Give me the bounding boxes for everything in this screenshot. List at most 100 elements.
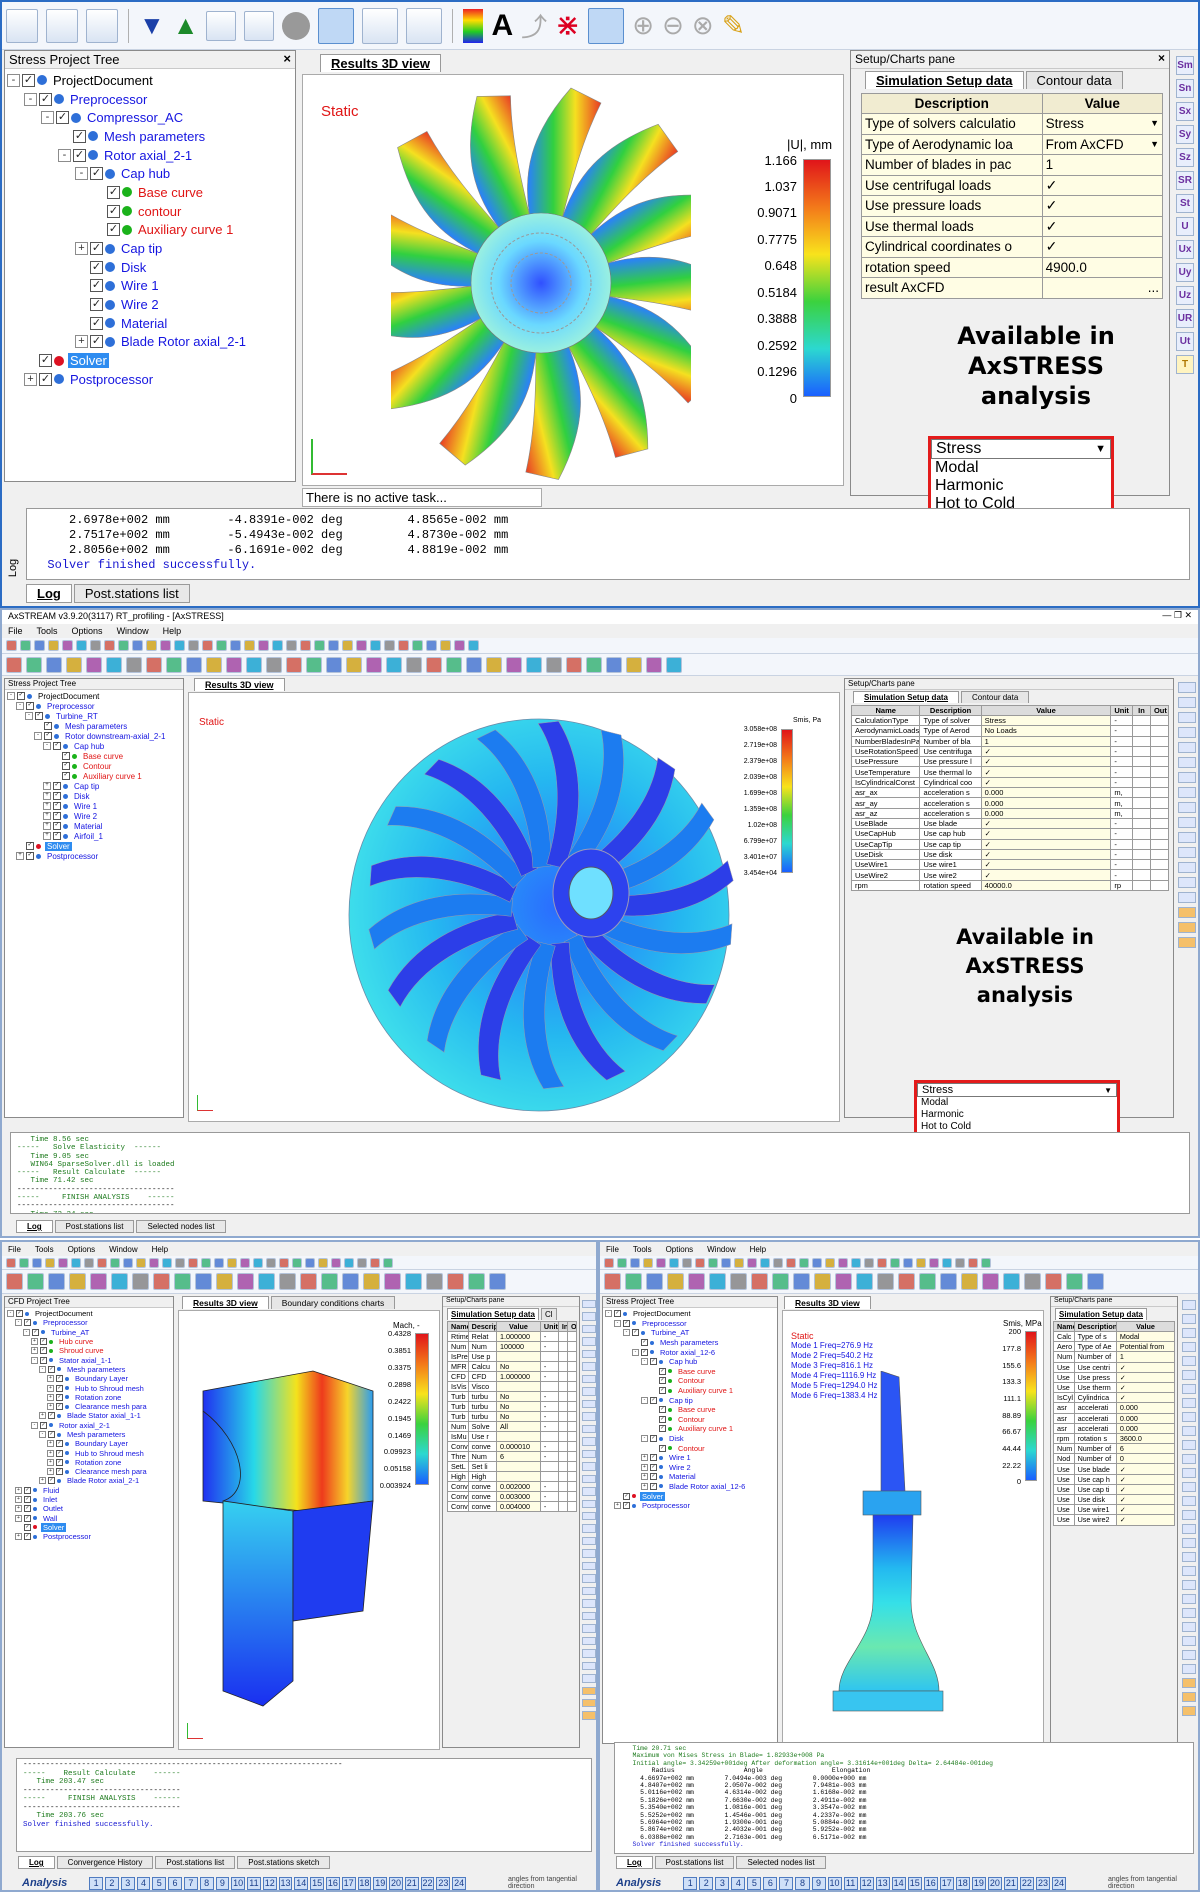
tab-results-3d-view[interactable]: Results 3D view xyxy=(182,1296,269,1309)
in-checkbox[interactable] xyxy=(557,1491,568,1502)
out-checkbox[interactable] xyxy=(1149,848,1170,861)
setup-row[interactable]: UseBlade Use blade ✓ - xyxy=(850,817,1170,830)
result-component-icon[interactable] xyxy=(1182,1692,1196,1702)
step-number-button[interactable]: 13 xyxy=(875,1876,890,1890)
toolbar-button-icon[interactable] xyxy=(32,1257,42,1268)
setup-cell[interactable] xyxy=(496,1351,541,1362)
setup-row-value[interactable]: Stress ▼ xyxy=(1041,113,1164,135)
in-checkbox[interactable] xyxy=(1131,838,1151,850)
result-component-button[interactable]: Ut xyxy=(1176,332,1194,351)
result-component-button[interactable]: SR xyxy=(1176,171,1194,190)
toolbar-button-icon[interactable] xyxy=(851,1257,861,1268)
tree-item[interactable]: + ✓ Outlet xyxy=(5,1504,173,1513)
dropdown-selected[interactable]: Stress ▼ xyxy=(917,1083,1117,1097)
tree-checkbox[interactable]: ✓ xyxy=(641,1348,648,1356)
tree-item[interactable]: + ✓ Cap tip xyxy=(5,239,295,258)
out-checkbox[interactable] xyxy=(566,1331,578,1342)
result-component-icon[interactable] xyxy=(582,1536,596,1546)
tree-expander-icon[interactable]: + xyxy=(641,1473,648,1481)
out-checkbox[interactable] xyxy=(1149,745,1170,758)
tree-item[interactable]: ✓ Auxiliary curve 1 xyxy=(5,221,295,240)
tree-checkbox[interactable]: ✓ xyxy=(73,148,86,162)
tab-post-stations-list[interactable]: Post.stations list xyxy=(654,1856,735,1869)
toolbar-button-icon[interactable] xyxy=(46,656,62,673)
tree-item[interactable]: - ✓ Rotor axial_2-1 xyxy=(5,146,295,165)
result-component-icon[interactable] xyxy=(1182,1356,1196,1366)
menu-item-file[interactable]: File xyxy=(8,626,23,636)
setup-cell[interactable]: 1.000000 xyxy=(496,1371,541,1382)
setup-cell[interactable]: 1.000000 xyxy=(496,1331,541,1342)
setup-cell[interactable]: ✓ xyxy=(1115,1381,1176,1394)
step-number-button[interactable]: 2 xyxy=(105,1876,119,1890)
toolbar-button-icon[interactable] xyxy=(266,656,282,673)
result-component-icon[interactable] xyxy=(582,1674,596,1683)
result-component-icon[interactable] xyxy=(1182,1566,1196,1576)
step-number-button[interactable]: 23 xyxy=(436,1876,451,1890)
tree-checkbox[interactable]: ✓ xyxy=(48,1431,55,1438)
tree-item[interactable]: + ✓ Postprocessor xyxy=(5,1532,173,1541)
result-component-icon[interactable] xyxy=(1178,862,1196,873)
toolbar-button-icon[interactable] xyxy=(446,656,462,673)
dropdown-selected[interactable]: Stress ▼ xyxy=(931,439,1111,459)
step-number-button[interactable]: 3 xyxy=(120,1876,135,1890)
tab-post-stations-list[interactable]: Post.stations list xyxy=(155,1856,236,1869)
toolbar-button-icon[interactable] xyxy=(666,656,682,673)
toolbar-button-icon[interactable] xyxy=(26,656,42,673)
tree-checkbox[interactable]: ✓ xyxy=(56,111,69,125)
tree-expander-icon[interactable]: + xyxy=(39,1412,46,1420)
setup-row[interactable]: Calc Type of s Modal xyxy=(1053,1330,1176,1343)
setup-cell[interactable]: 3600.0 xyxy=(1115,1432,1176,1445)
setup-cell[interactable]: 100000 xyxy=(496,1341,541,1352)
tree-item[interactable]: - ✓ Cap tip xyxy=(603,1395,777,1405)
result-component-icon[interactable] xyxy=(1182,1328,1196,1338)
in-checkbox[interactable] xyxy=(557,1481,568,1492)
setup-row[interactable]: asr_az acceleration s 0.000 m, xyxy=(850,807,1170,819)
toolbar-button-icon[interactable] xyxy=(398,640,409,651)
toolbar-button-icon[interactable] xyxy=(412,640,423,651)
tree-expander-icon[interactable]: + xyxy=(31,1338,38,1346)
toolbar-button-icon[interactable] xyxy=(214,1257,224,1268)
out-checkbox[interactable] xyxy=(566,1381,578,1392)
toolbar-button-icon[interactable] xyxy=(136,1257,146,1268)
toolbar-button-icon[interactable] xyxy=(326,656,342,673)
setup-row[interactable]: rpm rotation speed 40000.0 rp xyxy=(850,879,1170,892)
tree-item[interactable]: ✓ Base curve xyxy=(5,751,183,761)
out-checkbox[interactable] xyxy=(1149,838,1170,850)
setup-row-value[interactable]: ✓ xyxy=(1041,195,1164,217)
tree-expander-icon[interactable]: + xyxy=(47,1440,54,1448)
setup-cell[interactable]: ✓ xyxy=(980,859,1112,871)
setup-cell[interactable]: 0.000 xyxy=(980,787,1112,799)
setup-row[interactable]: Use Use press ✓ xyxy=(1053,1371,1176,1383)
tree-checkbox[interactable]: ✓ xyxy=(56,1384,63,1392)
setup-cell[interactable]: 0 xyxy=(1115,1453,1176,1465)
toolbar-button-icon[interactable] xyxy=(864,1257,874,1268)
tree-expander-icon[interactable]: + xyxy=(15,1505,22,1513)
tree-expander-icon[interactable]: + xyxy=(641,1454,648,1462)
out-checkbox[interactable] xyxy=(566,1361,578,1372)
result-component-icon[interactable] xyxy=(582,1686,596,1695)
tree-expander-icon[interactable]: - xyxy=(24,92,37,106)
tree-expander-icon[interactable]: - xyxy=(75,167,88,181)
arrow-up-icon[interactable]: ▲ xyxy=(173,10,199,41)
toolbar-button-icon[interactable] xyxy=(237,1273,254,1290)
toolbar-button-icon[interactable] xyxy=(6,1257,16,1268)
toolbar-button-icon[interactable] xyxy=(175,1257,185,1268)
setup-cell[interactable]: ✓ xyxy=(1115,1361,1176,1373)
toolbar-button-icon[interactable] xyxy=(1066,1273,1083,1290)
toolbar-button-icon[interactable] xyxy=(111,1273,128,1290)
close-icon[interactable]: × xyxy=(1158,51,1165,65)
setup-row[interactable]: UseCapTip Use cap tip ✓ - xyxy=(850,838,1170,850)
tree-checkbox[interactable]: ✓ xyxy=(39,92,52,106)
toolbar-button-icon[interactable] xyxy=(384,640,395,651)
setup-cell[interactable] xyxy=(496,1431,541,1442)
result-component-button[interactable]: UR xyxy=(1176,309,1194,328)
tree-expander-icon[interactable]: + xyxy=(15,1514,22,1522)
toolbar-button-icon[interactable] xyxy=(426,656,442,673)
tree-expander-icon[interactable]: - xyxy=(58,148,71,162)
toolbar-button-icon[interactable] xyxy=(286,640,297,651)
toolbar-button-icon[interactable] xyxy=(961,1273,978,1290)
tree-item[interactable]: + ✓ Rotation zone xyxy=(5,1458,173,1467)
out-checkbox[interactable] xyxy=(566,1341,578,1352)
toolbar-button-icon[interactable] xyxy=(606,656,622,673)
setup-row-value[interactable]: ✓ xyxy=(1041,215,1164,237)
